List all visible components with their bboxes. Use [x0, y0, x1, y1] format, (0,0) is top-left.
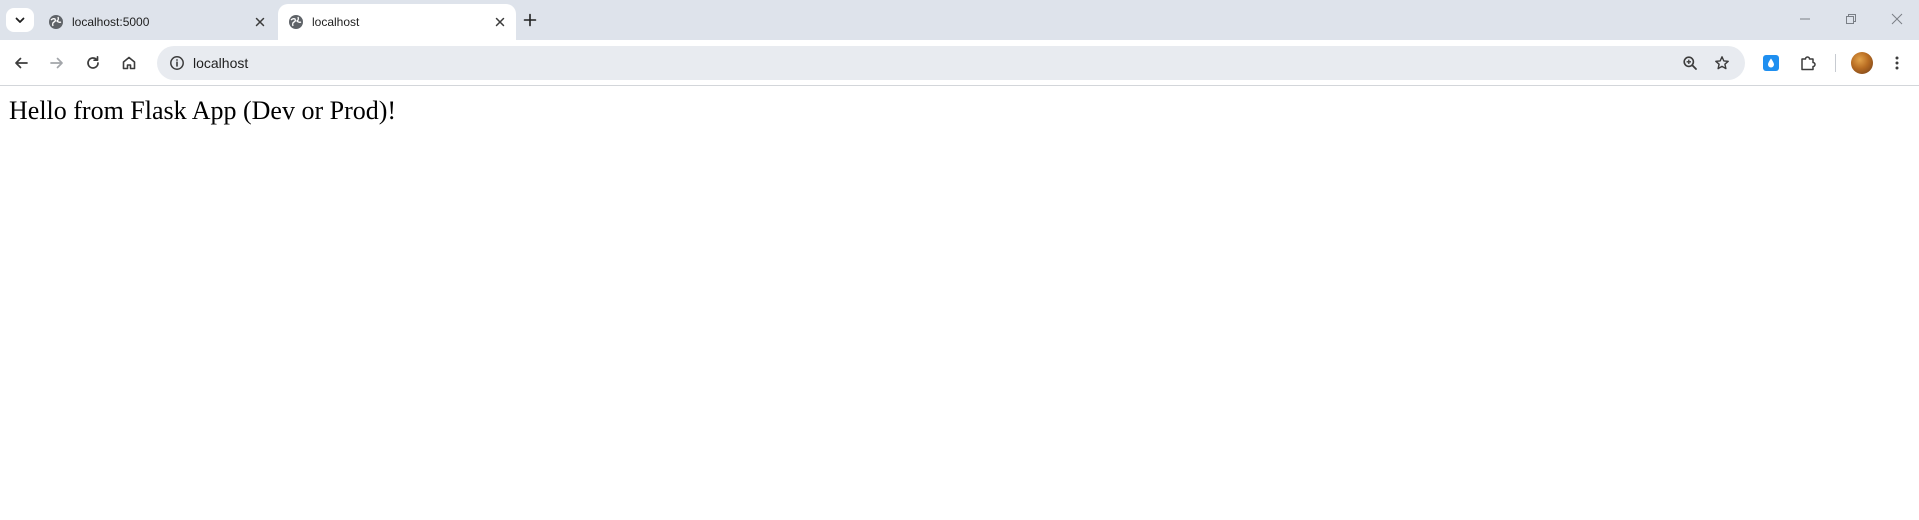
page-message: Hello from Flask App (Dev or Prod)!: [9, 96, 397, 125]
bookmark-button[interactable]: [1708, 49, 1736, 77]
site-info-button[interactable]: [163, 49, 191, 77]
minimize-icon: [1800, 18, 1810, 20]
restore-button[interactable]: [1838, 6, 1864, 32]
info-icon: [170, 56, 184, 70]
close-icon[interactable]: [492, 14, 508, 30]
minimize-button[interactable]: [1792, 6, 1818, 32]
toolbar-divider: [1835, 54, 1836, 72]
home-icon: [122, 56, 136, 70]
star-icon: [1715, 56, 1729, 70]
arrow-right-icon: [50, 57, 63, 69]
reload-button[interactable]: [79, 49, 107, 77]
close-icon[interactable]: [252, 14, 268, 30]
tab-strip: localhost:5000 localhost: [0, 0, 1919, 40]
plus-icon: [523, 13, 537, 27]
address-bar[interactable]: localhost: [157, 46, 1745, 80]
new-tab-button[interactable]: [518, 8, 542, 32]
more-vert-icon: [1895, 56, 1899, 70]
tab-search-button[interactable]: [6, 8, 34, 32]
zoom-button[interactable]: [1676, 49, 1704, 77]
drop-icon: [1768, 58, 1774, 68]
arrow-left-icon: [15, 57, 28, 69]
profile-button[interactable]: [1848, 49, 1876, 77]
home-button[interactable]: [115, 49, 143, 77]
browser-toolbar: localhost: [0, 40, 1919, 86]
url-text[interactable]: localhost: [193, 46, 248, 80]
menu-button[interactable]: [1883, 49, 1911, 77]
tab-title: localhost: [312, 15, 360, 29]
globe-icon: [49, 15, 63, 29]
page-content: Hello from Flask App (Dev or Prod)!: [0, 86, 1919, 520]
puzzle-icon: [1801, 56, 1816, 71]
close-window-button[interactable]: [1884, 6, 1910, 32]
forward-button[interactable]: [43, 49, 71, 77]
reload-icon: [87, 55, 99, 69]
close-icon: [1891, 13, 1903, 25]
extension-button[interactable]: [1757, 49, 1785, 77]
globe-icon: [289, 15, 303, 29]
back-button[interactable]: [7, 49, 35, 77]
chevron-down-icon: [15, 17, 25, 23]
tab-localhost-5000[interactable]: localhost:5000: [38, 4, 276, 40]
tab-title: localhost:5000: [72, 15, 150, 29]
restore-icon: [1846, 14, 1856, 24]
extension-icon: [1763, 55, 1779, 71]
zoom-in-icon: [1683, 56, 1697, 70]
extensions-menu-button[interactable]: [1794, 49, 1822, 77]
avatar: [1851, 52, 1873, 74]
tab-localhost[interactable]: localhost: [278, 4, 516, 40]
